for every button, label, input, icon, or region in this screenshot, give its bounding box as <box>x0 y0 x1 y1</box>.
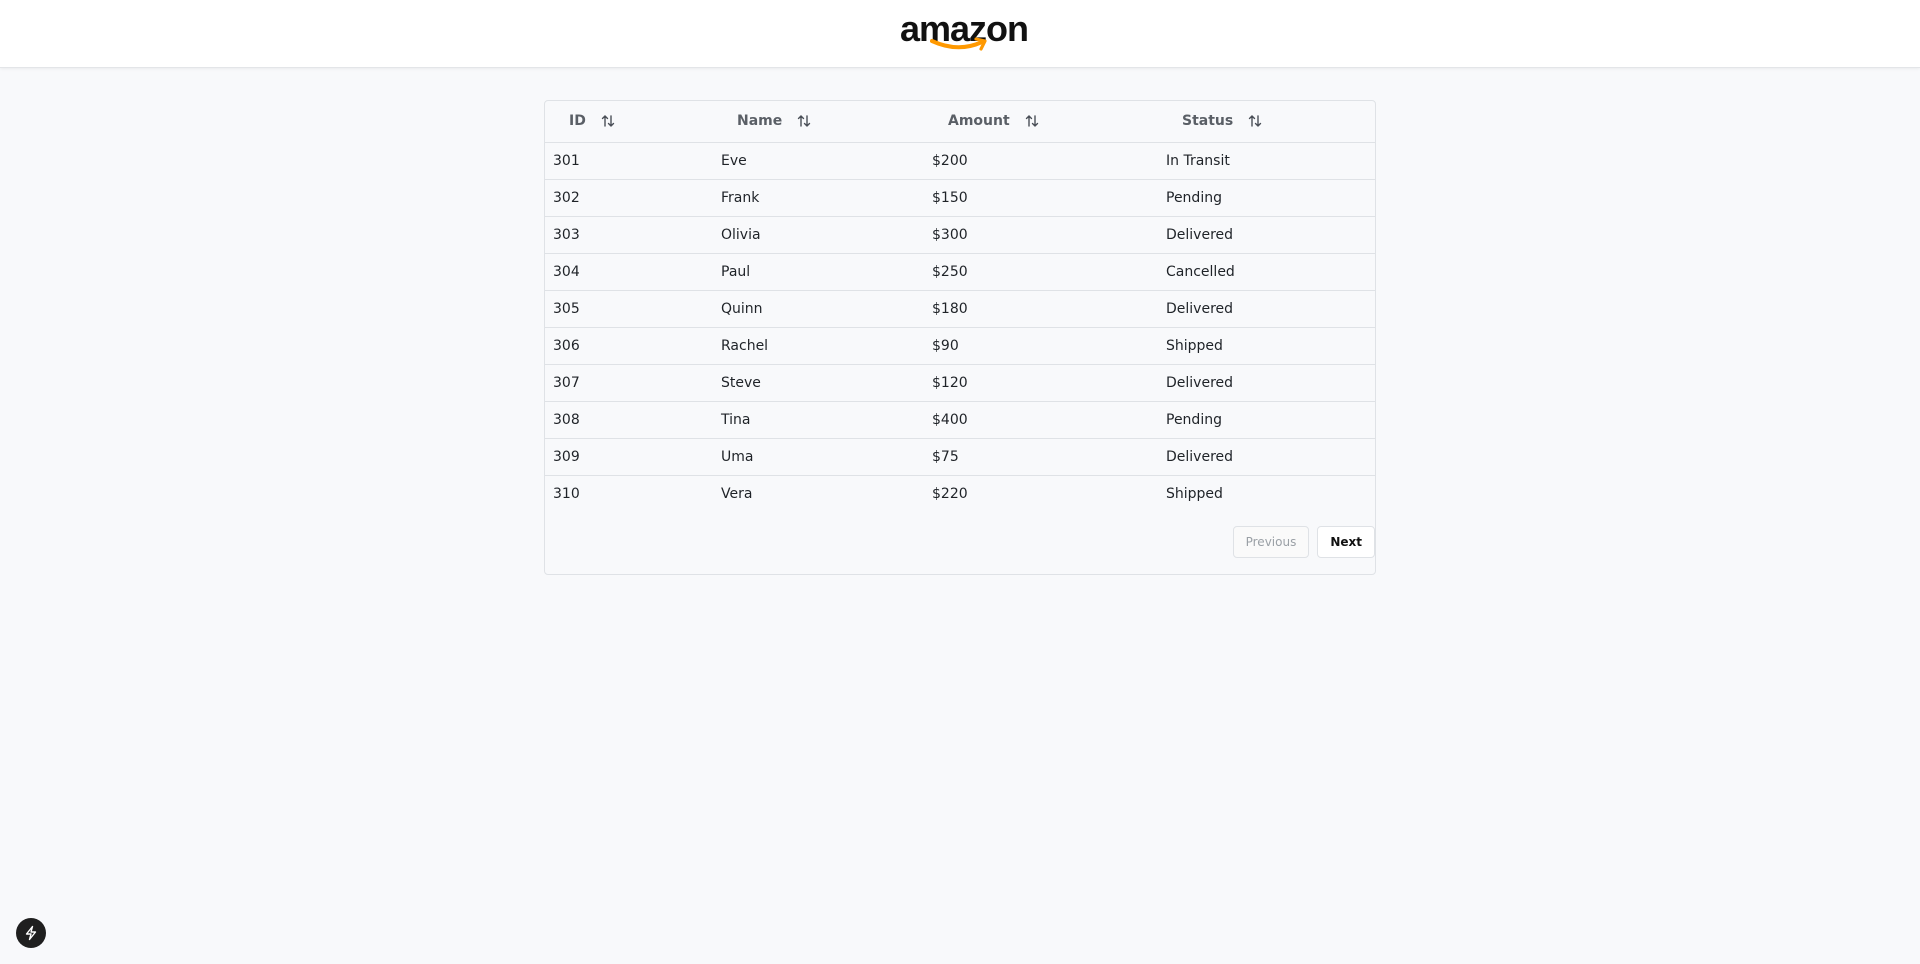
sort-arrows-icon[interactable] <box>796 113 812 129</box>
previous-page-button[interactable]: Previous <box>1232 526 1310 558</box>
cell-name: Tina <box>721 411 751 428</box>
floating-action-button[interactable] <box>16 918 46 948</box>
lightning-bolt-icon <box>25 925 37 941</box>
cell-id: 301 <box>553 152 580 169</box>
amazon-smile-arrow-icon <box>930 37 987 51</box>
cell-name: Vera <box>721 485 753 502</box>
cell-name: Steve <box>721 374 761 391</box>
orders-table: ID Name Amount Status 301 Eve $200 In Tr… <box>545 101 1375 512</box>
table-row: 307 Steve $120 Delivered <box>545 364 1375 401</box>
cell-name: Paul <box>721 263 751 280</box>
cell-amount: $200 <box>932 152 968 169</box>
cell-status: Pending <box>1166 189 1222 206</box>
column-header-amount[interactable]: Amount <box>924 101 1158 142</box>
cell-name: Eve <box>721 152 747 169</box>
cell-id: 307 <box>553 374 580 391</box>
cell-amount: $150 <box>932 189 968 206</box>
cell-id: 306 <box>553 337 580 354</box>
cell-status: Cancelled <box>1166 263 1235 280</box>
pagination: Previous Next <box>1232 526 1375 558</box>
amazon-logo[interactable]: amazon <box>900 9 1029 54</box>
cell-amount: $220 <box>932 485 968 502</box>
cell-name: Frank <box>721 189 760 206</box>
column-header-name[interactable]: Name <box>713 101 924 142</box>
cell-amount: $400 <box>932 411 968 428</box>
cell-amount: $120 <box>932 374 968 391</box>
cell-id: 308 <box>553 411 580 428</box>
cell-amount: $250 <box>932 263 968 280</box>
table-row: 310 Vera $220 Shipped <box>545 475 1375 512</box>
cell-id: 304 <box>553 263 580 280</box>
cell-name: Rachel <box>721 337 769 354</box>
column-header-id[interactable]: ID <box>545 101 713 142</box>
cell-name: Olivia <box>721 226 761 243</box>
cell-status: Delivered <box>1166 448 1234 465</box>
column-header-label: Name <box>737 113 783 130</box>
orders-table-card: ID Name Amount Status 301 Eve $200 In Tr… <box>544 100 1376 575</box>
column-header-label: ID <box>569 113 586 130</box>
cell-amount: $75 <box>932 448 959 465</box>
cell-name: Quinn <box>721 300 763 317</box>
top-bar: amazon <box>0 0 1920 68</box>
cell-amount: $90 <box>932 337 959 354</box>
sort-arrows-icon[interactable] <box>1024 113 1040 129</box>
sort-arrows-icon[interactable] <box>1247 113 1263 129</box>
column-header-status[interactable]: Status <box>1158 101 1375 142</box>
cell-id: 302 <box>553 189 580 206</box>
cell-status: Shipped <box>1166 337 1223 354</box>
table-row: 308 Tina $400 Pending <box>545 401 1375 438</box>
table-row: 302 Frank $150 Pending <box>545 179 1375 216</box>
table-row: 309 Uma $75 Delivered <box>545 438 1375 475</box>
column-header-label: Status <box>1182 113 1234 130</box>
column-header-label: Amount <box>948 113 1010 130</box>
table-row: 303 Olivia $300 Delivered <box>545 216 1375 253</box>
cell-name: Uma <box>721 448 754 465</box>
cell-status: In Transit <box>1166 152 1230 169</box>
table-header-row: ID Name Amount Status <box>545 101 1375 142</box>
table-row: 304 Paul $250 Cancelled <box>545 253 1375 290</box>
table-row: 301 Eve $200 In Transit <box>545 142 1375 179</box>
next-page-button[interactable]: Next <box>1317 526 1375 558</box>
table-row: 305 Quinn $180 Delivered <box>545 290 1375 327</box>
cell-status: Pending <box>1166 411 1222 428</box>
sort-arrows-icon[interactable] <box>600 113 616 129</box>
cell-id: 310 <box>553 485 580 502</box>
cell-status: Delivered <box>1166 226 1234 243</box>
cell-id: 309 <box>553 448 580 465</box>
cell-status: Delivered <box>1166 300 1234 317</box>
cell-id: 303 <box>553 226 580 243</box>
cell-amount: $180 <box>932 300 968 317</box>
cell-status: Shipped <box>1166 485 1223 502</box>
cell-id: 305 <box>553 300 580 317</box>
table-row: 306 Rachel $90 Shipped <box>545 327 1375 364</box>
cell-amount: $300 <box>932 226 968 243</box>
cell-status: Delivered <box>1166 374 1234 391</box>
